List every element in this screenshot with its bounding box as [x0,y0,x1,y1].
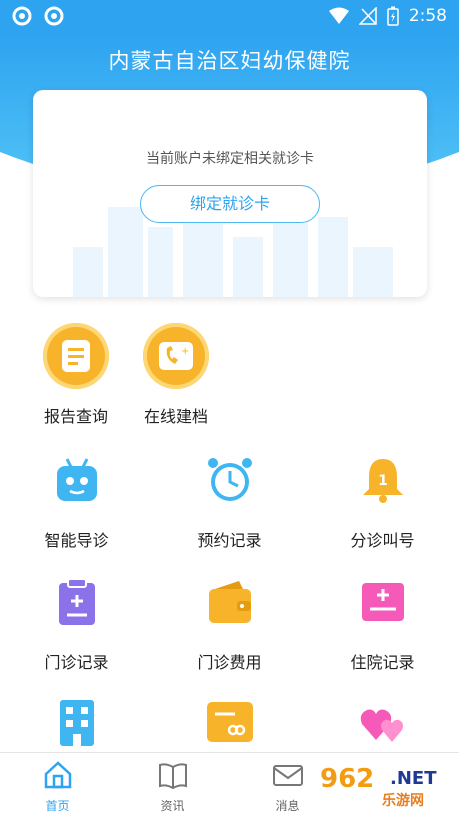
city-skyline-icon [73,187,393,297]
hospital-card-icon [361,583,404,621]
tab-home[interactable]: 首页 [0,753,115,816]
grid-outpatient-records[interactable]: 门诊记录 [0,577,153,673]
grid-label: 分诊叫号 [350,531,415,550]
feature-online-filing[interactable]: + 在线建档 [121,323,231,427]
grid-label: 门诊费用 [197,653,262,672]
grid-label: 预约记录 [197,531,262,550]
card-icon [206,702,253,742]
unbound-notice: 当前账户未绑定相关就诊卡 [146,151,314,167]
watermark-net: .NET [390,768,437,789]
page-title: 内蒙古自治区妇幼保健院 [108,49,351,73]
book-icon [158,763,187,790]
no-signal-icon [358,7,377,25]
grid-card-item[interactable] [153,698,306,752]
robot-icon [56,458,97,501]
watermark-number: 962 [320,764,375,794]
grid-hearts-item[interactable] [306,698,459,752]
site-watermark: 962 .NET 乐游网 [320,764,456,812]
tab-label: 首页 [45,799,70,813]
grid-building-item[interactable] [0,698,153,752]
home-icon [44,761,71,789]
wallet-icon [208,581,251,623]
bind-card-button[interactable]: 绑定就诊卡 [140,185,320,223]
battery-icon [387,6,399,26]
clipboard-icon [58,578,95,625]
sync-icon [44,6,64,26]
sync-icon [12,6,32,26]
watermark-site: 乐游网 [382,793,424,809]
grid-outpatient-fees[interactable]: 门诊费用 [153,577,306,673]
grid-inpatient-records[interactable]: 住院记录 [306,577,459,673]
building-icon [59,700,94,746]
grid-label: 智能导诊 [44,531,109,550]
grid-label: 住院记录 [350,653,415,672]
bell-badge: 1 [378,473,388,489]
grid-label: 门诊记录 [44,653,109,672]
status-time: 2:58 [408,6,447,26]
report-icon [43,323,109,389]
mail-icon [272,765,303,786]
feature-report-query[interactable]: 报告查询 [21,323,131,427]
grid-triage-queue[interactable]: 1 分诊叫号 [306,455,459,551]
feature-label: 报告查询 [43,407,108,426]
file-phone-icon: + [143,323,209,389]
grid-appointment-records[interactable]: 预约记录 [153,455,306,551]
hearts-icon [360,709,403,742]
visit-card-panel: 当前账户未绑定相关就诊卡 绑定就诊卡 [33,90,427,297]
wifi-icon [328,7,349,24]
alarm-clock-icon [207,458,252,501]
tab-news[interactable]: 资讯 [115,753,230,816]
status-bar: 2:58 [0,0,459,32]
svg-text:+: + [181,346,189,357]
bell-icon: 1 [362,459,403,503]
tab-label: 资讯 [160,799,185,813]
feature-label: 在线建档 [143,407,208,426]
grid-smart-guide[interactable]: 智能导诊 [0,455,153,551]
